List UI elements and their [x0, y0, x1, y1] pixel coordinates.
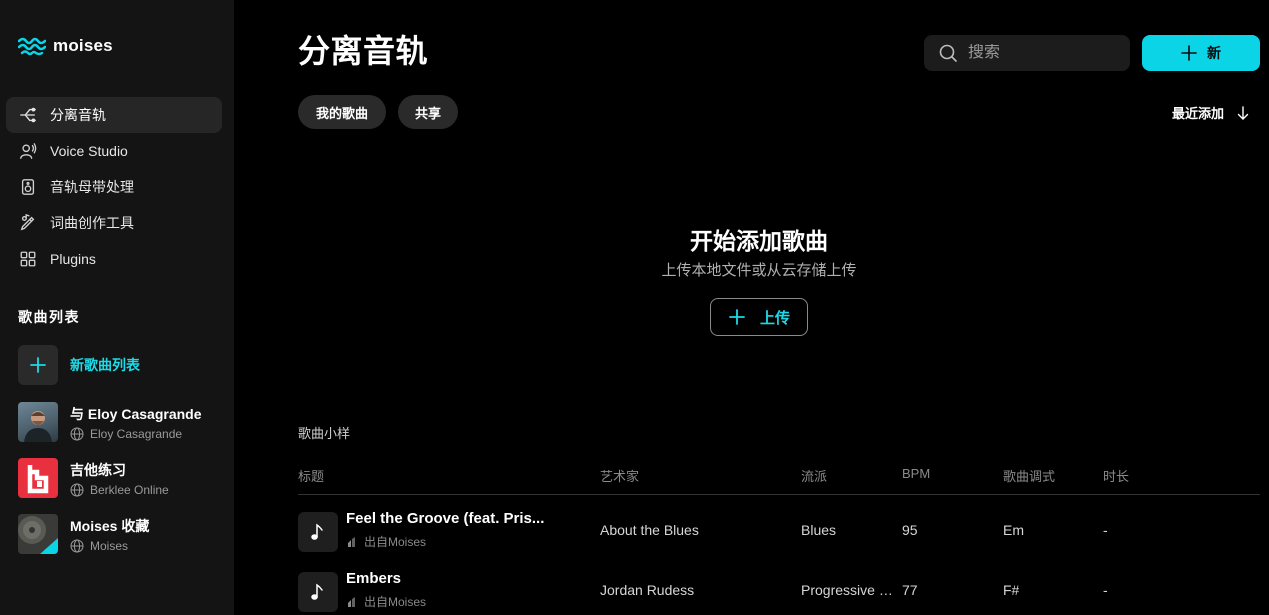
playlist-owner: Moises — [90, 538, 129, 553]
column-header-duration[interactable]: 时长 — [1103, 466, 1129, 485]
moises-logo[interactable]: moises — [18, 36, 113, 56]
sidebar-item-songwriting[interactable]: 词曲创作工具 — [6, 205, 222, 241]
playlist-item-moises[interactable]: Moises 收藏 Moises — [18, 514, 240, 554]
table-divider — [298, 494, 1260, 495]
sort-dropdown[interactable]: 最近添加 — [1172, 103, 1250, 122]
song-duration: - — [1103, 582, 1108, 598]
sidebar-item-split[interactable]: 分离音轨 — [6, 97, 222, 133]
column-header-key[interactable]: 歌曲调式 — [1003, 466, 1055, 485]
playlist-title: Moises 收藏 — [70, 517, 150, 534]
sidebar-item-voice-studio[interactable]: Voice Studio — [6, 133, 222, 169]
sidebar-item-label: Plugins — [50, 251, 96, 267]
song-source: 出自Moises — [364, 595, 427, 609]
filter-my-songs[interactable]: 我的歌曲 — [298, 95, 386, 129]
brand-name: moises — [53, 36, 113, 55]
new-playlist-label: 新歌曲列表 — [70, 357, 140, 373]
playlist-cover — [18, 402, 58, 442]
song-genre: Blues — [801, 522, 837, 538]
song-artist: About the Blues — [600, 522, 699, 538]
berklee-logo — [18, 458, 58, 498]
song-key: F# — [1003, 582, 1020, 598]
page-title: 分离音轨 — [298, 33, 429, 69]
empty-state-title: 开始添加歌曲 — [690, 228, 828, 254]
plus-icon — [18, 345, 58, 385]
search-input[interactable] — [968, 44, 1108, 62]
globe-icon — [70, 539, 84, 552]
sidebar-nav: 分离音轨 Voice Studio 音轨母带处理 词曲创作工具 Plugins — [6, 97, 222, 277]
split-icon — [18, 105, 38, 125]
filter-shared[interactable]: 共享 — [398, 95, 458, 129]
music-note-icon — [298, 572, 338, 612]
playlist-item-guitar[interactable]: 吉他练习 Berklee Online — [18, 458, 240, 498]
plus-icon — [1181, 45, 1197, 61]
sidebar-item-label: 音轨母带处理 — [50, 179, 134, 195]
song-artist: Jordan Rudess — [600, 582, 695, 598]
speaker-icon — [18, 177, 38, 197]
playlist-item-eloy[interactable]: 与 Eloy Casagrande Eloy Casagrande — [18, 402, 240, 442]
column-header-bpm[interactable]: BPM — [902, 466, 930, 481]
grid-icon — [18, 249, 38, 269]
new-playlist-button[interactable]: 新歌曲列表 — [18, 345, 140, 385]
new-button-label: 新 — [1207, 45, 1221, 61]
music-note-icon — [298, 512, 338, 552]
upload-label: 上传 — [759, 309, 790, 327]
songwriting-icon — [18, 213, 38, 233]
arrow-down-icon — [1237, 105, 1249, 120]
song-bpm: 95 — [902, 522, 918, 538]
moises-source-icon — [348, 596, 355, 607]
sidebar-item-label: Voice Studio — [50, 143, 128, 159]
song-bpm: 77 — [902, 582, 918, 598]
column-header-title[interactable]: 标题 — [298, 466, 324, 485]
song-duration: - — [1103, 522, 1108, 538]
sidebar-item-label: 分离音轨 — [50, 107, 106, 123]
search-icon — [939, 44, 957, 62]
column-header-genre[interactable]: 流派 — [801, 466, 827, 485]
song-title: Embers — [346, 570, 402, 587]
empty-state-subtitle: 上传本地文件或从云存储上传 — [661, 262, 857, 279]
new-button[interactable]: 新 — [1142, 35, 1260, 71]
sidebar-item-plugins[interactable]: Plugins — [6, 241, 222, 277]
moises-logo-icon — [18, 37, 46, 56]
sort-label: 最近添加 — [1172, 106, 1225, 121]
song-title: Feel the Groove (feat. Pris... — [346, 510, 545, 527]
song-genre: Progressive R... — [801, 582, 897, 598]
playlist-title: 吉他练习 — [70, 461, 126, 478]
column-header-artist[interactable]: 艺术家 — [600, 466, 639, 485]
upload-button[interactable]: 上传 — [710, 298, 808, 336]
globe-icon — [70, 483, 84, 496]
sidebar-item-mastering[interactable]: 音轨母带处理 — [6, 169, 222, 205]
voice-icon — [18, 141, 38, 161]
globe-icon — [70, 427, 84, 440]
moises-source-icon — [348, 536, 355, 547]
search-box[interactable] — [924, 35, 1130, 71]
playlist-owner: Eloy Casagrande — [90, 426, 183, 441]
samples-heading: 歌曲小样 — [298, 426, 351, 441]
song-key: Em — [1003, 522, 1024, 538]
sidebar-item-label: 词曲创作工具 — [50, 215, 134, 231]
playlists-heading: 歌曲列表 — [18, 309, 80, 325]
playlist-title: 与 Eloy Casagrande — [70, 405, 202, 422]
song-source: 出自Moises — [364, 535, 427, 549]
plus-icon — [729, 309, 745, 325]
sidebar: moises 分离音轨 Voice Studio 音轨母带处理 词曲创作工具 P… — [0, 0, 234, 615]
playlist-cover — [18, 514, 58, 554]
playlist-owner: Berklee Online — [90, 482, 169, 497]
